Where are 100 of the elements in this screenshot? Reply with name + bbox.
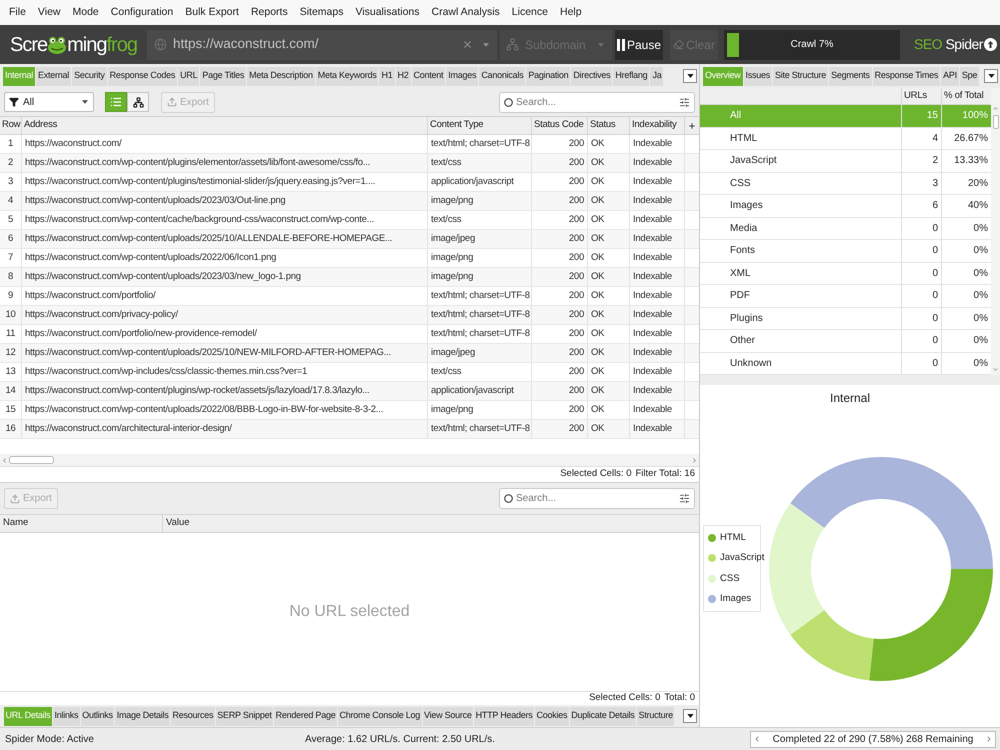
tab[interactable]: Security [72,66,107,86]
tab[interactable]: Resources [171,706,215,726]
overview-row[interactable]: Other 0 0% [700,330,991,352]
column-header[interactable]: Address [22,117,428,134]
tab[interactable]: Structure [637,706,674,726]
tab[interactable]: Issues [744,66,772,86]
column-header[interactable]: Name [0,515,163,532]
overview-row[interactable]: Unknown 0 0% [700,352,991,375]
table-cell: text/css [428,154,532,172]
tab[interactable]: Hreflang [613,66,650,86]
column-header[interactable]: Status Code [532,117,588,134]
tab[interactable]: Image Details [115,706,170,726]
close-icon[interactable] [462,39,473,50]
table-cell: 200 [532,211,588,229]
menu-item[interactable]: Sitemaps [300,4,344,20]
tab[interactable]: View Source [422,706,474,726]
tab[interactable]: Pagination [526,66,570,86]
table-cell: https://waconstruct.com/architectural-interior-design/ [22,420,428,438]
menu-item[interactable]: Licence [512,4,548,20]
row-number: 3 [0,173,22,191]
tab[interactable]: HTTP Headers [474,706,534,726]
row-number: 11 [0,325,22,343]
tab[interactable]: Images [446,66,478,86]
filter-settings-icon[interactable] [679,96,690,108]
tab[interactable]: Response Codes [108,66,178,86]
overview-row[interactable]: Fonts 0 0% [700,240,991,262]
chevron-up-icon[interactable] [992,105,999,112]
plus-icon[interactable] [688,122,696,130]
tab[interactable]: Chrome Console Log [338,706,422,726]
overview-row[interactable]: CSS 3 20% [700,172,991,195]
tab[interactable]: Meta Keywords [316,66,378,86]
chevron-left-icon[interactable] [753,735,761,743]
overview-row[interactable]: Plugins 0 0% [700,308,991,330]
menu-item[interactable]: View [38,4,60,20]
tab[interactable]: Rendered Page [274,706,337,726]
menu-item[interactable]: Crawl Analysis [432,4,500,20]
tab[interactable]: Site Structure [773,66,828,86]
tab[interactable]: Inlinks [52,706,80,726]
chevron-right-icon[interactable] [985,735,993,743]
tab[interactable]: Content [412,66,446,86]
scrollbar-thumb[interactable] [9,456,54,464]
pause-button[interactable]: Pause [615,30,663,60]
horizontal-scrollbar[interactable] [0,454,699,466]
chevron-right-icon[interactable] [691,456,698,464]
tab[interactable]: H1 [379,66,394,86]
menu-item[interactable]: Configuration [110,4,174,20]
menu-item[interactable]: Visualisations [355,4,420,20]
tab[interactable]: Response Times [872,66,940,86]
vertical-scrollbar[interactable] [991,88,1000,375]
tab[interactable]: Page Titles [200,66,246,86]
overview-row[interactable]: JavaScript 2 13.33% [700,150,991,172]
tab[interactable]: Directives [571,66,612,86]
filter-dropdown[interactable]: All [4,92,94,112]
tab[interactable]: Segments [829,66,872,86]
menu-item[interactable]: File [9,4,26,20]
search-field[interactable]: Search... [499,488,695,509]
category-label: Plugins [730,312,763,326]
column-header[interactable]: URLs [901,88,941,104]
tab-overflow-button[interactable] [984,69,998,83]
url-field[interactable]: https://waconstruct.com/ [147,30,497,60]
table-cell: image/jpeg [428,344,532,362]
tab[interactable]: Outlinks [80,706,114,726]
tab[interactable]: Duplicate Details [570,706,636,726]
column-header[interactable]: Value [163,515,699,532]
tab-overflow-button[interactable] [683,709,697,723]
tab[interactable]: Spe [960,66,980,86]
column-header[interactable]: Content Type [428,117,532,134]
tab[interactable]: Canonicals [479,66,526,86]
arrow-up-circle-icon[interactable] [984,38,997,51]
column-header[interactable]: Status [588,117,630,134]
overview-row[interactable]: Images 6 40% [700,195,991,218]
tree-view-button[interactable] [127,92,149,112]
column-header[interactable]: Row [0,117,22,134]
tab[interactable]: Cookies [535,706,569,726]
overview-row[interactable]: Media 0 0% [700,218,991,240]
menu-item[interactable]: Reports [250,4,288,20]
table-cell: https://waconstruct.com/wp-content/uploads/2025/10/NEW-MILFORD-AFTER-HOMEPAG... [22,344,428,362]
tab[interactable]: URL [178,66,200,86]
table-cell: 200 [532,306,588,324]
chevron-left-icon[interactable] [1,456,8,464]
tab[interactable]: H2 [396,66,411,86]
tab-overflow-button[interactable] [683,69,697,83]
tab[interactable]: Meta Description [247,66,315,86]
overview-row[interactable]: PDF 0 0% [700,285,991,308]
tab[interactable]: Ja [650,66,664,86]
tab[interactable]: SERP Snippet [216,706,274,726]
menu-item[interactable]: Bulk Export [185,4,239,20]
tab[interactable]: API [941,66,959,86]
menu-item[interactable]: Help [560,4,582,20]
filter-settings-icon[interactable] [679,493,690,504]
pause-icon [616,38,625,50]
menu-item[interactable]: Mode [72,4,99,20]
overview-row[interactable]: XML 0 0% [700,262,991,285]
search-field[interactable]: Search... [499,92,695,112]
category-label: JavaScript [730,154,777,168]
overview-row[interactable]: HTML 4 26.67% [700,128,991,150]
chevron-down-icon[interactable] [992,366,999,373]
tab[interactable]: External [36,66,72,86]
scrollbar-thumb[interactable] [992,115,998,129]
column-header[interactable]: Indexability [630,117,685,134]
